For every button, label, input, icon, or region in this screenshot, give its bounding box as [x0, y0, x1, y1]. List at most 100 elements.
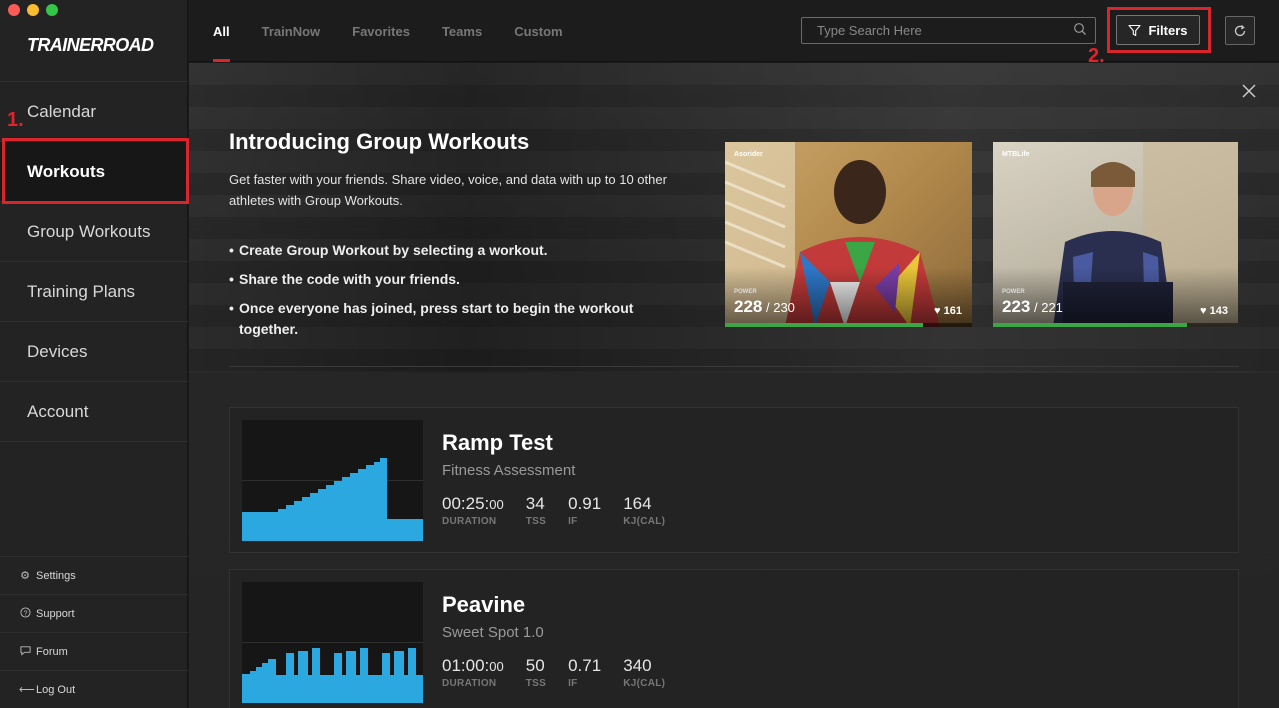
- workout-subtitle: Sweet Spot 1.0: [442, 624, 544, 641]
- promo-bullets: Create Group Workout by selecting a work…: [229, 240, 689, 348]
- if-value: 0.71: [568, 656, 602, 675]
- progress-bar: [993, 323, 1187, 327]
- promo-bullet: Once everyone has joined, press start to…: [229, 298, 689, 340]
- sidebar-nav: Calendar Workouts Group Workouts Trainin…: [0, 81, 188, 442]
- support-link[interactable]: ? Support: [0, 595, 188, 633]
- tss-label: TSS: [525, 678, 547, 689]
- workout-profile-graph: [242, 420, 423, 541]
- logout-link[interactable]: ⟵ Log Out: [0, 671, 188, 708]
- annotation-box-filters: [1107, 7, 1211, 53]
- promo-bullet: Share the code with your friends.: [229, 269, 689, 290]
- tab-favorites[interactable]: Favorites: [352, 0, 410, 62]
- workout-card-peavine[interactable]: Peavine Sweet Spot 1.0 01:00:00 DURATION…: [229, 569, 1239, 708]
- support-label: Support: [36, 607, 75, 620]
- tss-value: 34: [525, 494, 545, 513]
- if-label: IF: [568, 516, 578, 527]
- workout-stats: 00:25:00 DURATION 34 TSS 0.91 IF 164 KJ(…: [442, 494, 687, 527]
- power-readout: 228 / 230: [734, 297, 795, 316]
- workout-subtitle: Fitness Assessment: [442, 462, 576, 479]
- sidebar-item-label: Group Workouts: [27, 221, 151, 241]
- duration-label: DURATION: [442, 678, 497, 689]
- duration-stat: 00:25:00 DURATION: [442, 494, 504, 527]
- group-video-tile: Asorider POWER 228 / 230 ♥ 161: [725, 142, 972, 327]
- power-target: 230: [773, 300, 795, 315]
- duration-label: DURATION: [442, 516, 497, 527]
- svg-text:?: ?: [23, 608, 27, 617]
- workout-stats: 01:00:00 DURATION 50 TSS 0.71 IF 340 KJ(…: [442, 656, 687, 689]
- workout-card-ramp-test[interactable]: Ramp Test Fitness Assessment 00:25:00 DU…: [229, 407, 1239, 553]
- power-value: 223: [1002, 297, 1031, 316]
- heart-rate-value: 161: [943, 305, 962, 317]
- refresh-button[interactable]: [1225, 16, 1255, 45]
- sidebar-item-label: Calendar: [27, 101, 96, 121]
- workout-profile-graph: [242, 582, 423, 703]
- kj-value: 340: [623, 656, 652, 675]
- tab-all[interactable]: All: [213, 0, 230, 62]
- settings-label: Settings: [36, 569, 76, 582]
- kj-stat: 164 KJ(CAL): [623, 494, 665, 527]
- search-input[interactable]: [802, 18, 1062, 43]
- tab-teams[interactable]: Teams: [442, 0, 482, 62]
- tss-stat: 34 TSS: [526, 494, 546, 527]
- if-stat: 0.71 IF: [568, 656, 601, 689]
- workouts-content: Introducing Group Workouts Get faster wi…: [189, 63, 1279, 708]
- heart-rate-value: 143: [1209, 305, 1228, 317]
- duration-seconds: 00: [489, 497, 504, 512]
- tab-label: Custom: [514, 23, 563, 39]
- power-readout: 223 / 221: [1002, 297, 1063, 316]
- section-divider: [229, 366, 1239, 367]
- heart-icon: ♥: [1200, 305, 1207, 317]
- power-label: POWER: [734, 289, 757, 295]
- sidebar-item-label: Training Plans: [27, 281, 136, 301]
- tab-label: TrainNow: [261, 23, 321, 39]
- sidebar-item-group-workouts[interactable]: Group Workouts: [0, 202, 188, 262]
- trainerroad-logo: TRAINERROAD: [27, 35, 154, 55]
- forum-label: Forum: [36, 645, 68, 658]
- heart-icon: ♥: [934, 305, 941, 317]
- close-window-button[interactable]: [8, 4, 20, 16]
- tab-label: Favorites: [352, 23, 410, 39]
- workout-title: Peavine: [442, 592, 526, 617]
- heart-rate-readout: ♥ 161: [934, 305, 962, 317]
- duration-stat: 01:00:00 DURATION: [442, 656, 504, 689]
- group-video-tile: MTBLife POWER 223 / 221 ♥ 143: [993, 142, 1238, 327]
- close-icon[interactable]: [1241, 83, 1257, 99]
- sidebar-item-account[interactable]: Account: [0, 382, 188, 442]
- trainerroad-app: TRAINERROAD Calendar Workouts Group Work…: [0, 0, 1279, 708]
- minimize-window-button[interactable]: [27, 4, 39, 16]
- tab-trainnow[interactable]: TrainNow: [262, 0, 321, 62]
- sidebar-item-training-plans[interactable]: Training Plans: [0, 262, 188, 322]
- duration-seconds: 00: [489, 659, 504, 674]
- annotation-number-1: 1.: [7, 109, 24, 131]
- power-target: 221: [1041, 300, 1063, 315]
- zoom-window-button[interactable]: [46, 4, 58, 16]
- kj-stat: 340 KJ(CAL): [623, 656, 665, 689]
- tab-custom[interactable]: Custom: [514, 0, 562, 62]
- power-value: 228: [734, 297, 763, 316]
- refresh-icon: [1234, 24, 1246, 36]
- promo-description: Get faster with your friends. Share vide…: [229, 172, 667, 208]
- sidebar-item-devices[interactable]: Devices: [0, 322, 188, 382]
- chat-icon: [19, 645, 31, 659]
- ramp-test-profile-chart: [242, 458, 423, 541]
- sidebar-item-calendar[interactable]: Calendar: [0, 82, 188, 142]
- heart-rate-readout: ♥ 143: [1200, 305, 1228, 317]
- kj-value: 164: [623, 494, 652, 513]
- if-label: IF: [568, 678, 578, 689]
- tss-stat: 50 TSS: [526, 656, 546, 689]
- if-value: 0.91: [568, 494, 602, 513]
- settings-link[interactable]: ⚙ Settings: [0, 557, 188, 595]
- tab-label: Teams: [441, 23, 483, 39]
- forum-link[interactable]: Forum: [0, 633, 188, 671]
- rider-name: MTBLife: [1002, 151, 1030, 158]
- workout-tabs: All TrainNow Favorites Teams Custom: [213, 0, 595, 62]
- tss-label: TSS: [525, 516, 547, 527]
- sidebar-bottom-links: ⚙ Settings ? Support Forum ⟵ Log Out: [0, 556, 188, 708]
- duration-value: 01:00:: [442, 656, 490, 675]
- rider-name: Asorider: [734, 151, 763, 158]
- promo-bullet: Create Group Workout by selecting a work…: [229, 240, 689, 261]
- power-label: POWER: [1002, 289, 1025, 295]
- search-icon[interactable]: [1073, 22, 1087, 36]
- gear-icon: ⚙: [20, 570, 30, 582]
- question-icon: ?: [19, 606, 31, 621]
